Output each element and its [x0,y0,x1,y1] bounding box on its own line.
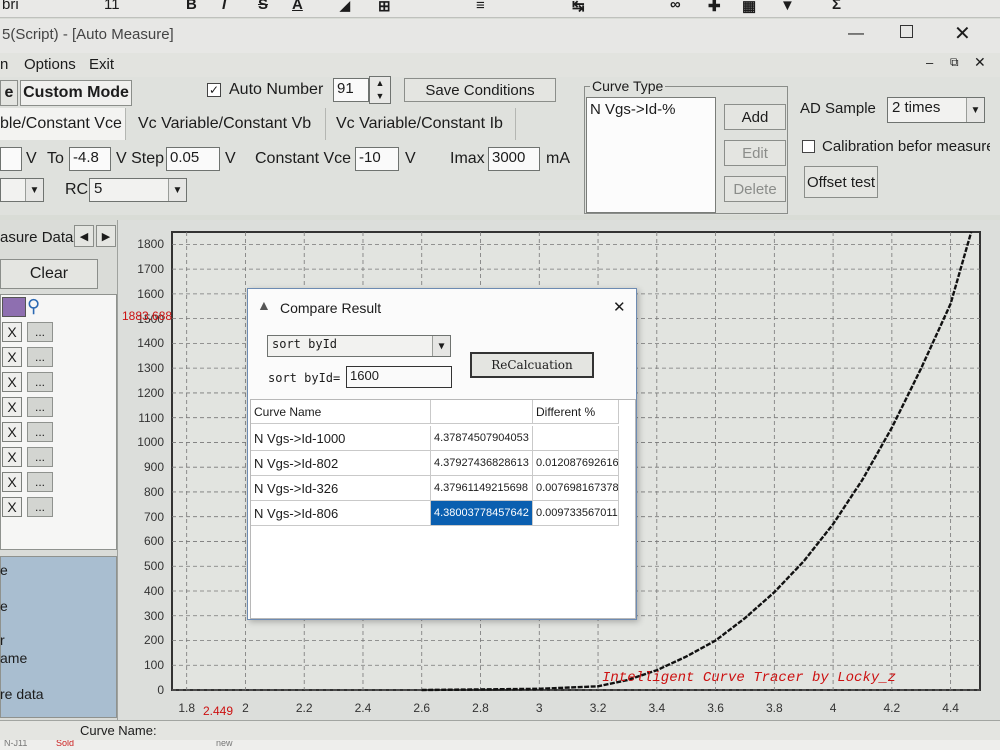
sheet-tab-1[interactable]: N-J11 [4,740,27,748]
y-tick-label: 900 [143,460,164,475]
sort-option: sort byId [272,337,338,351]
y-tick-label: 300 [143,608,164,623]
y-tick-label: 1700 [137,262,164,277]
recalculation-button[interactable]: ReCalcuation [470,352,594,378]
table-cell[interactable]: 0.007698167378 [533,476,619,501]
y-tick-label: 1600 [137,286,164,301]
table-cell[interactable]: 4.38003778457642 [431,501,533,526]
x-tick-label: 3 [535,701,543,715]
x-tick-label: 1.8 [178,701,196,715]
y-tick-label: 1200 [137,385,164,400]
chevron-down-icon: ▼ [432,336,450,356]
cursor-y-readout: 1883.688 [122,309,173,323]
y-tick-label: 100 [143,658,164,673]
x-tick-label: 4.2 [883,701,901,715]
table-header[interactable]: Different % [533,400,619,424]
table-cell[interactable]: N Vgs->Id-806 [251,501,431,526]
table-cell[interactable]: N Vgs->Id-1000 [251,426,431,451]
y-tick-label: 700 [143,509,164,524]
y-tick-label: 400 [143,583,164,598]
y-tick-label: 200 [143,633,164,648]
y-tick-label: 1400 [137,336,164,351]
table-cell[interactable] [533,426,619,451]
y-tick-label: 600 [143,534,164,549]
y-tick-label: 1000 [137,435,164,450]
x-tick-label: 2.2 [295,701,313,715]
x-tick-label: 3.4 [648,701,666,715]
table-cell[interactable]: 4.37874507904053 [431,426,533,451]
y-tick-label: 1800 [137,237,164,252]
table-cell[interactable]: 0.009733567011 [533,501,619,526]
sort-by-id-label: sort byId= [268,371,341,385]
x-tick-label: 2.8 [472,701,489,715]
y-tick-label: 0 [157,683,164,697]
sheet-tab-2[interactable]: Sold [56,740,74,748]
sheet-tab-3[interactable]: new [216,740,233,748]
x-tick-label: 2.6 [413,701,431,715]
dialog-title: Compare Result [280,300,382,316]
dialog-app-icon: ▲ [257,297,271,313]
result-table: Curve Name Different % N Vgs->Id-1000 4.378… [250,399,636,619]
table-cell[interactable]: N Vgs->Id-802 [251,451,431,476]
sort-dropdown[interactable]: sort byId ▼ [267,335,451,357]
table-cell[interactable]: 0.012087692616 [533,451,619,476]
x-tick-label: 4 [829,701,837,715]
x-tick-label: 2.4 [354,701,372,715]
table-header[interactable] [431,400,533,424]
table-header[interactable]: Curve Name [251,400,431,424]
compare-result-dialog: ▲ Compare Result ✕ sort byId ▼ ReCalcuat… [247,288,637,620]
cursor-x-readout: 2.449 [203,704,234,718]
table-cell[interactable]: 4.37961149215698 [431,476,533,501]
y-tick-label: 1100 [138,410,164,425]
y-tick-label: 1300 [137,361,164,376]
x-tick-label: 3.8 [765,701,783,715]
table-cell[interactable]: 4.37927436828613 [431,451,533,476]
status-bar: Curve Name: [0,720,1000,740]
curve-name-label: Curve Name: [80,723,157,738]
table-cell[interactable]: N Vgs->Id-326 [251,476,431,501]
x-tick-label: 4.4 [942,701,959,715]
sort-by-id-field[interactable]: 1600 [346,366,452,388]
sheet-tabs: N-J11 Sold new [0,740,1000,750]
watermark-text: Intelligent Curve Tracer by Locky_z [602,670,897,686]
dialog-close-icon[interactable]: ✕ [613,298,626,316]
y-tick-label: 800 [143,484,164,499]
x-tick-label: 2 [242,701,249,715]
y-tick-label: 500 [143,559,164,574]
x-tick-label: 3.2 [589,701,607,715]
x-tick-label: 3.6 [707,701,724,715]
